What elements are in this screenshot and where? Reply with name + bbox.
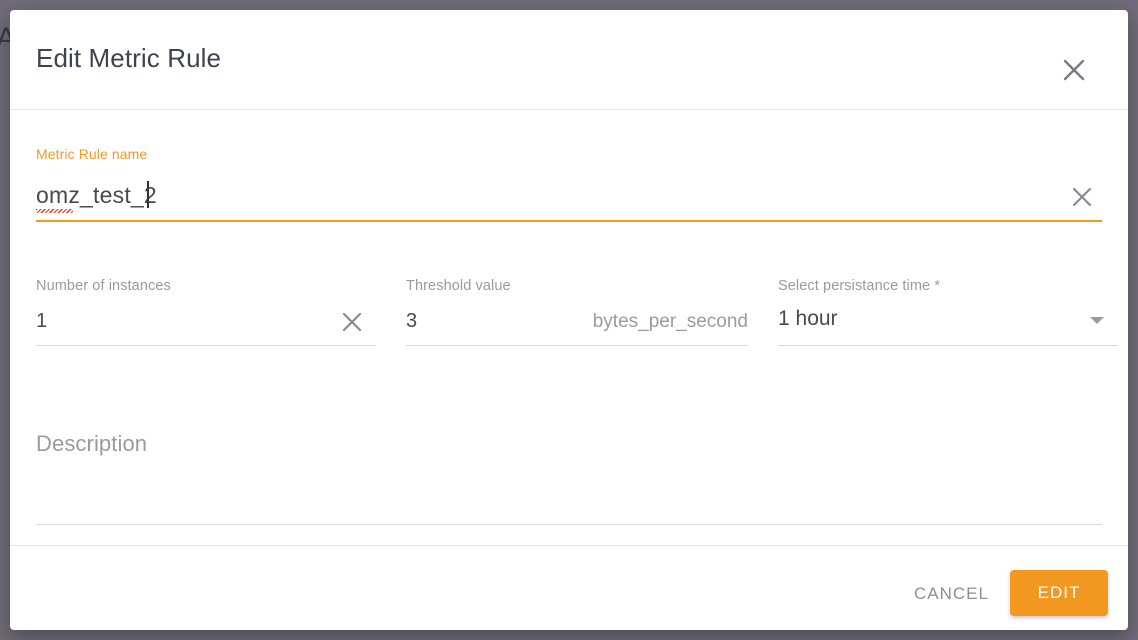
clear-metric-rule-name-icon[interactable]	[1063, 178, 1101, 216]
description-placeholder: Description	[36, 431, 148, 456]
edit-button[interactable]: EDIT	[1010, 570, 1108, 616]
dialog-header: Edit Metric Rule	[10, 10, 1128, 110]
chevron-down-icon[interactable]	[1090, 317, 1104, 324]
clear-number-of-instances-icon[interactable]	[334, 304, 370, 340]
persistance-time-select[interactable]: 1 hour	[778, 302, 1118, 346]
number-of-instances-value: 1	[36, 310, 48, 332]
number-of-instances-input[interactable]: 1	[36, 302, 376, 346]
spellcheck-underline	[36, 209, 73, 213]
metric-rule-name-label: Metric Rule name	[36, 146, 148, 162]
dialog-body: Metric Rule name omz_test_2 Number of in…	[10, 110, 1128, 545]
persistance-time-label: Select persistance time *	[778, 278, 941, 294]
metric-rule-name-value: omz_test_2	[36, 182, 157, 208]
dialog-footer: CANCEL EDIT	[10, 545, 1128, 630]
text-cursor	[147, 181, 149, 208]
metric-rule-name-input[interactable]: omz_test_2	[36, 172, 1102, 222]
metric-rule-name-field: Metric Rule name omz_test_2	[36, 146, 1102, 222]
edit-metric-rule-dialog: Edit Metric Rule Metric Rule name omz_te…	[10, 10, 1128, 630]
threshold-value-label: Threshold value	[406, 278, 511, 294]
threshold-value-input[interactable]: 3 bytes_per_second	[406, 302, 748, 346]
cancel-button[interactable]: CANCEL	[906, 578, 997, 610]
number-of-instances-label: Number of instances	[36, 278, 171, 294]
threshold-value-unit: bytes_per_second	[592, 311, 748, 332]
persistance-time-value: 1 hour	[778, 307, 838, 330]
threshold-value-value: 3	[406, 310, 418, 332]
dialog-title: Edit Metric Rule	[36, 43, 222, 73]
close-icon[interactable]	[1050, 46, 1098, 94]
description-input[interactable]: Description	[36, 420, 1102, 525]
